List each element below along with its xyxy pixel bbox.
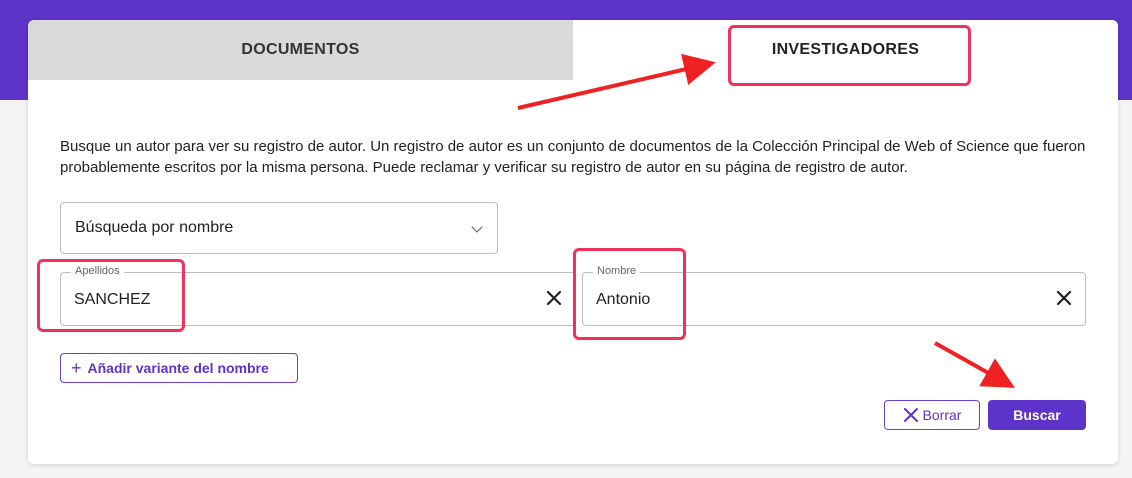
- surname-input[interactable]: [74, 291, 486, 309]
- clear-button[interactable]: Borrar: [884, 400, 980, 430]
- search-type-value: Búsqueda por nombre: [75, 219, 234, 236]
- clear-name-icon[interactable]: [1055, 289, 1073, 307]
- surname-field[interactable]: Apellidos: [60, 265, 576, 326]
- search-button[interactable]: Buscar: [988, 400, 1086, 430]
- clear-button-label: Borrar: [922, 407, 962, 423]
- clear-surname-icon[interactable]: [545, 289, 563, 307]
- name-field[interactable]: Nombre: [582, 265, 1086, 326]
- plus-icon: +: [71, 358, 82, 378]
- add-name-variant-button[interactable]: + Añadir variante del nombre: [60, 353, 298, 383]
- add-name-variant-label: Añadir variante del nombre: [87, 360, 269, 376]
- tab-documents[interactable]: DOCUMENTOS: [28, 20, 573, 80]
- tab-documents-label: DOCUMENTOS: [241, 41, 360, 58]
- surname-label: Apellidos: [71, 265, 124, 277]
- chevron-down-icon: [471, 221, 483, 233]
- name-label: Nombre: [593, 265, 641, 277]
- description-text: Busque un autor para ver su registro de …: [60, 138, 1086, 176]
- close-icon: [903, 408, 918, 422]
- name-input[interactable]: [596, 291, 998, 309]
- tab-researchers-label: INVESTIGADORES: [771, 41, 920, 58]
- search-card: DOCUMENTOS INVESTIGADORES Busque un auto…: [28, 20, 1118, 464]
- tab-researchers[interactable]: INVESTIGADORES: [573, 20, 1118, 80]
- search-button-label: Buscar: [1013, 407, 1061, 423]
- search-type-select[interactable]: Búsqueda por nombre: [60, 202, 498, 254]
